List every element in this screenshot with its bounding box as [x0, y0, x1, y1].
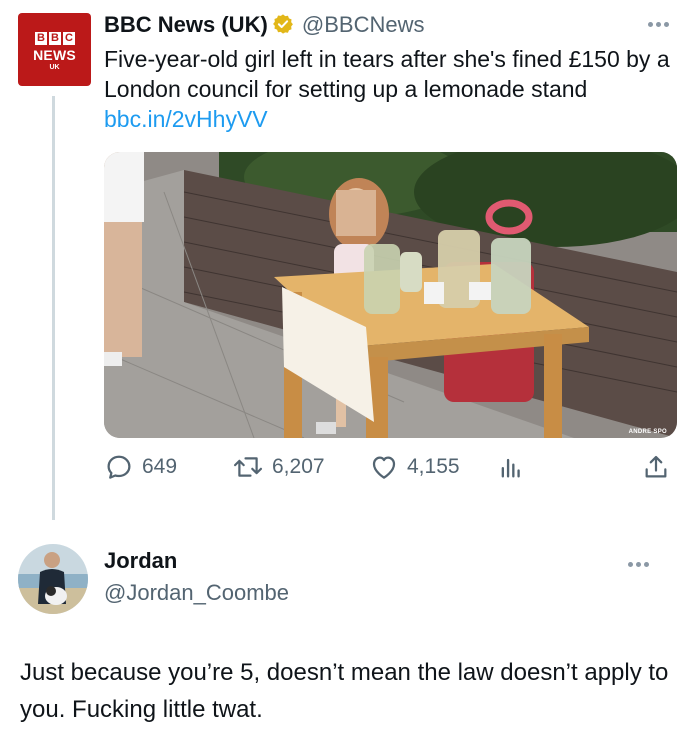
bbc-logo-word: NEWS: [33, 47, 76, 63]
reply-icon: [104, 452, 134, 482]
retweet-count: 6,207: [272, 455, 325, 478]
share-icon: [642, 452, 670, 482]
more-options-icon[interactable]: [648, 22, 669, 27]
reply-more-options-icon[interactable]: [628, 562, 649, 567]
share-button[interactable]: [642, 452, 670, 482]
retweet-button[interactable]: 6,207: [232, 452, 325, 482]
tweet-link[interactable]: bbc.in/2vHhyVV: [104, 106, 268, 132]
retweet-icon: [232, 452, 264, 482]
bbc-logo-letter: B: [35, 32, 47, 45]
reply-display-name[interactable]: Jordan: [104, 548, 177, 574]
display-name[interactable]: BBC News (UK): [104, 12, 268, 37]
verified-badge-icon: [272, 13, 294, 42]
bbc-logo-letter: C: [63, 32, 75, 45]
analytics-icon: [497, 452, 525, 482]
reply-handle[interactable]: @Jordan_Coombe: [104, 580, 289, 606]
tweet-header: BBC News (UK) @BBCNews: [104, 11, 425, 42]
like-button[interactable]: 4,155: [369, 452, 460, 482]
photo-watermark: ANDRE SPO: [628, 429, 667, 435]
reply-button[interactable]: 649: [104, 452, 177, 482]
thread-connector-line: [52, 96, 55, 520]
like-count: 4,155: [407, 455, 460, 478]
bbc-logo-sub: UK: [49, 64, 60, 71]
jordan-avatar[interactable]: [18, 544, 88, 614]
tweet-body: Five-year-old girl left in tears after s…: [104, 46, 670, 102]
jordan-profile-photo: [18, 544, 88, 614]
handle[interactable]: @BBCNews: [302, 12, 425, 37]
lemonade-stand-photo: [104, 152, 677, 438]
analytics-button[interactable]: [497, 452, 525, 482]
reply-text: Just because you’re 5, doesn’t mean the …: [20, 659, 669, 723]
tweet-actions: 649 6,207 4,155: [104, 448, 677, 488]
bbc-logo-blocks: B B C: [35, 32, 75, 45]
reply-count: 649: [142, 455, 178, 478]
heart-icon: [369, 452, 399, 482]
bbc-logo-letter: B: [49, 32, 61, 45]
bbc-news-avatar[interactable]: B B C NEWS UK: [18, 13, 91, 86]
tweet-photo[interactable]: ANDRE SPO: [104, 152, 677, 438]
tweet-text: Five-year-old girl left in tears after s…: [104, 44, 684, 134]
